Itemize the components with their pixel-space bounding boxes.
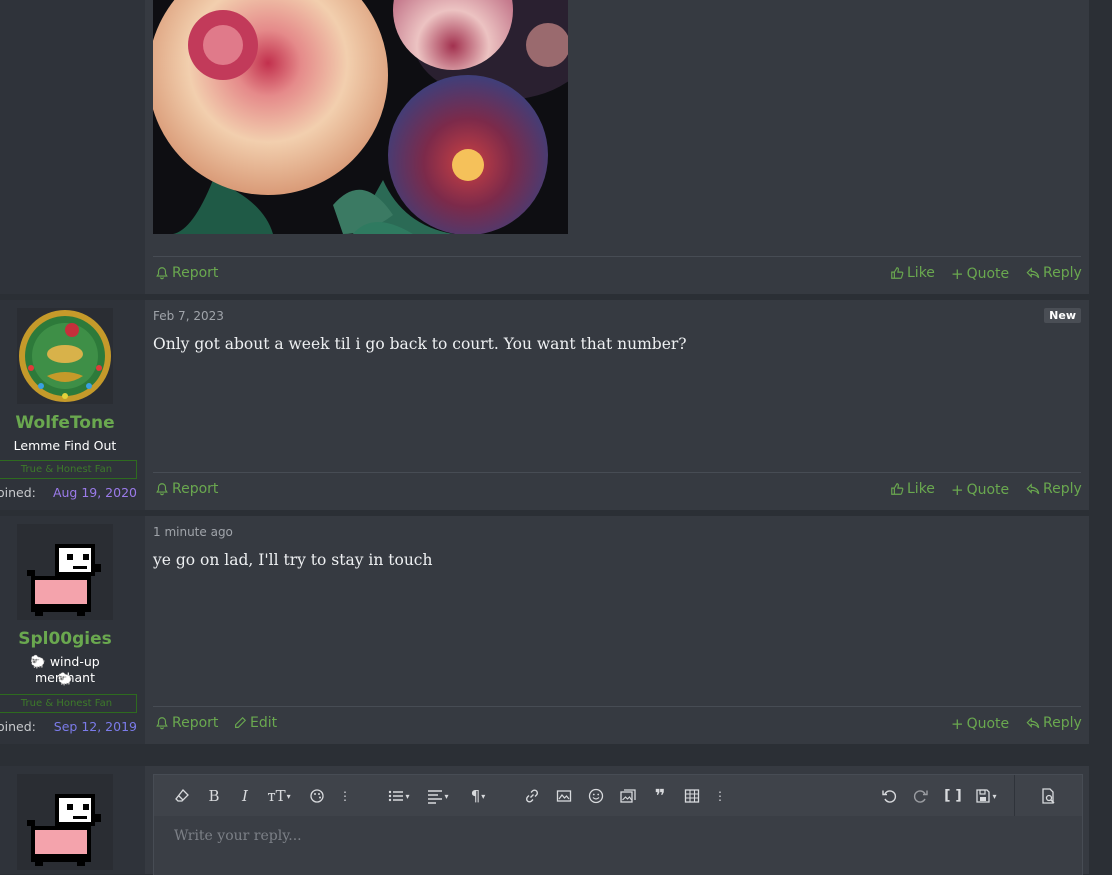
post-3: Spl00gies 🐑 wind-up merchant 🐑 True & Ho… <box>0 516 1089 744</box>
text-size-icon[interactable]: тT ▾ <box>264 787 294 805</box>
joined-label: oined: <box>0 485 36 500</box>
avatar[interactable] <box>17 524 113 620</box>
username[interactable]: WolfeTone <box>0 413 130 433</box>
reply-label: Reply <box>1043 481 1082 497</box>
post-2: WolfeTone Lemme Find Out True & Honest F… <box>0 300 1089 510</box>
post-content: Report Like + Quote Reply <box>145 0 1089 294</box>
reply-button[interactable]: Reply <box>1026 481 1082 497</box>
reply-icon <box>1026 267 1040 279</box>
avatar[interactable] <box>17 774 113 870</box>
like-button[interactable]: Like <box>890 265 935 281</box>
preview-icon[interactable] <box>1039 787 1057 805</box>
drafts-icon[interactable]: ▾ <box>972 787 1000 805</box>
plus-icon: + <box>951 481 964 499</box>
bold-icon[interactable]: B <box>205 787 223 805</box>
like-label: Like <box>907 265 935 281</box>
more-icon[interactable]: ⋮ <box>711 787 729 805</box>
eraser-icon[interactable] <box>173 787 191 805</box>
post-content: Feb 7, 2023 New Only got about a week ti… <box>145 300 1089 510</box>
align-icon[interactable]: ▾ <box>425 787 451 805</box>
user-sidebar: WolfeTone Lemme Find Out True & Honest F… <box>0 300 145 510</box>
user-banner: True & Honest Fan <box>0 694 137 713</box>
reply-label: Reply <box>1043 265 1082 281</box>
reply-editor: B I тT ▾ ⋮ ▾ ▾ ¶ ▾ ❞ ⋮ [ ] ▾ Write your re… <box>153 774 1083 875</box>
plus-icon: + <box>951 265 964 283</box>
user-banner: True & Honest Fan <box>0 460 137 479</box>
post-footer: Report Edit + Quote Reply <box>153 706 1082 744</box>
like-label: Like <box>907 481 935 497</box>
edit-label: Edit <box>250 715 278 731</box>
edit-button[interactable]: Edit <box>233 715 277 731</box>
joined-date: Sep 12, 2019 <box>53 719 137 734</box>
undo-icon[interactable] <box>880 787 898 805</box>
post-image[interactable] <box>153 0 568 234</box>
post-text: Only got about a week til i go back to c… <box>153 335 687 353</box>
thumbs-up-icon <box>891 267 904 279</box>
reply-button[interactable]: Reply <box>1026 265 1082 281</box>
quote-button[interactable]: + Quote <box>951 715 1009 733</box>
joined-label: oined: <box>0 719 36 734</box>
report-button[interactable]: Report <box>155 265 218 281</box>
new-badge: New <box>1044 308 1081 323</box>
report-label: Report <box>172 715 219 731</box>
thumbs-up-icon <box>891 483 904 495</box>
avatar[interactable] <box>17 308 113 404</box>
username[interactable]: Spl00gies <box>0 629 130 649</box>
report-label: Report <box>172 481 219 497</box>
user-sidebar: Spl00gies 🐑 wind-up merchant 🐑 True & Ho… <box>0 516 145 744</box>
table-icon[interactable] <box>683 787 701 805</box>
redo-icon[interactable] <box>912 787 930 805</box>
bell-icon <box>156 483 168 496</box>
joined-date: Aug 19, 2020 <box>52 485 137 500</box>
reply-input[interactable]: Write your reply... <box>174 828 302 844</box>
quick-reply: B I тT ▾ ⋮ ▾ ▾ ¶ ▾ ❞ ⋮ [ ] ▾ Write your re… <box>0 766 1089 875</box>
link-icon[interactable] <box>523 787 541 805</box>
sheep-icon: 🐑 <box>30 654 46 669</box>
palette-icon[interactable] <box>308 787 326 805</box>
editor-toolbar: B I тT ▾ ⋮ ▾ ▾ ¶ ▾ ❞ ⋮ [ ] ▾ <box>154 775 1082 816</box>
reply-icon <box>1026 717 1040 729</box>
report-button[interactable]: Report <box>155 481 218 497</box>
sheep-icon: 🐑 <box>57 672 73 686</box>
quote-label: Quote <box>966 266 1010 282</box>
reply-button[interactable]: Reply <box>1026 715 1082 731</box>
bell-icon <box>156 267 168 280</box>
report-label: Report <box>172 265 219 281</box>
post-footer: Report Like + Quote Reply <box>153 472 1082 510</box>
bell-icon <box>156 717 168 730</box>
report-button[interactable]: Report <box>155 715 218 731</box>
paragraph-icon[interactable]: ¶ ▾ <box>465 787 491 805</box>
quote-label: Quote <box>966 716 1010 732</box>
post-date[interactable]: Feb 7, 2023 <box>153 309 224 323</box>
italic-icon[interactable]: I <box>236 787 254 805</box>
user-sidebar <box>0 0 145 294</box>
pencil-icon <box>235 716 247 728</box>
reply-icon <box>1026 483 1040 495</box>
toolbar-divider <box>1014 775 1015 816</box>
post-footer: Report Like + Quote Reply <box>153 256 1082 294</box>
like-button[interactable]: Like <box>890 481 935 497</box>
post-1: Report Like + Quote Reply <box>0 0 1089 294</box>
quote-button[interactable]: + Quote <box>951 481 1009 499</box>
list-icon[interactable]: ▾ <box>386 787 412 805</box>
quote-button[interactable]: + Quote <box>951 265 1009 283</box>
quote-icon[interactable]: ❞ <box>651 786 669 807</box>
post-date[interactable]: 1 minute ago <box>153 525 233 539</box>
more-icon[interactable]: ⋮ <box>336 787 354 805</box>
reply-label: Reply <box>1043 715 1082 731</box>
post-text: ye go on lad, I'll try to stay in touch <box>153 551 433 569</box>
user-title: Lemme Find Out <box>13 438 117 453</box>
media-icon[interactable] <box>619 787 637 805</box>
image-icon[interactable] <box>555 787 573 805</box>
post-content: 1 minute ago ye go on lad, I'll try to s… <box>145 516 1089 744</box>
plus-icon: + <box>951 715 964 733</box>
quote-label: Quote <box>966 482 1010 498</box>
smiley-icon[interactable] <box>587 787 605 805</box>
bbcode-icon[interactable]: [ ] <box>944 787 962 805</box>
user-sidebar <box>0 766 145 874</box>
